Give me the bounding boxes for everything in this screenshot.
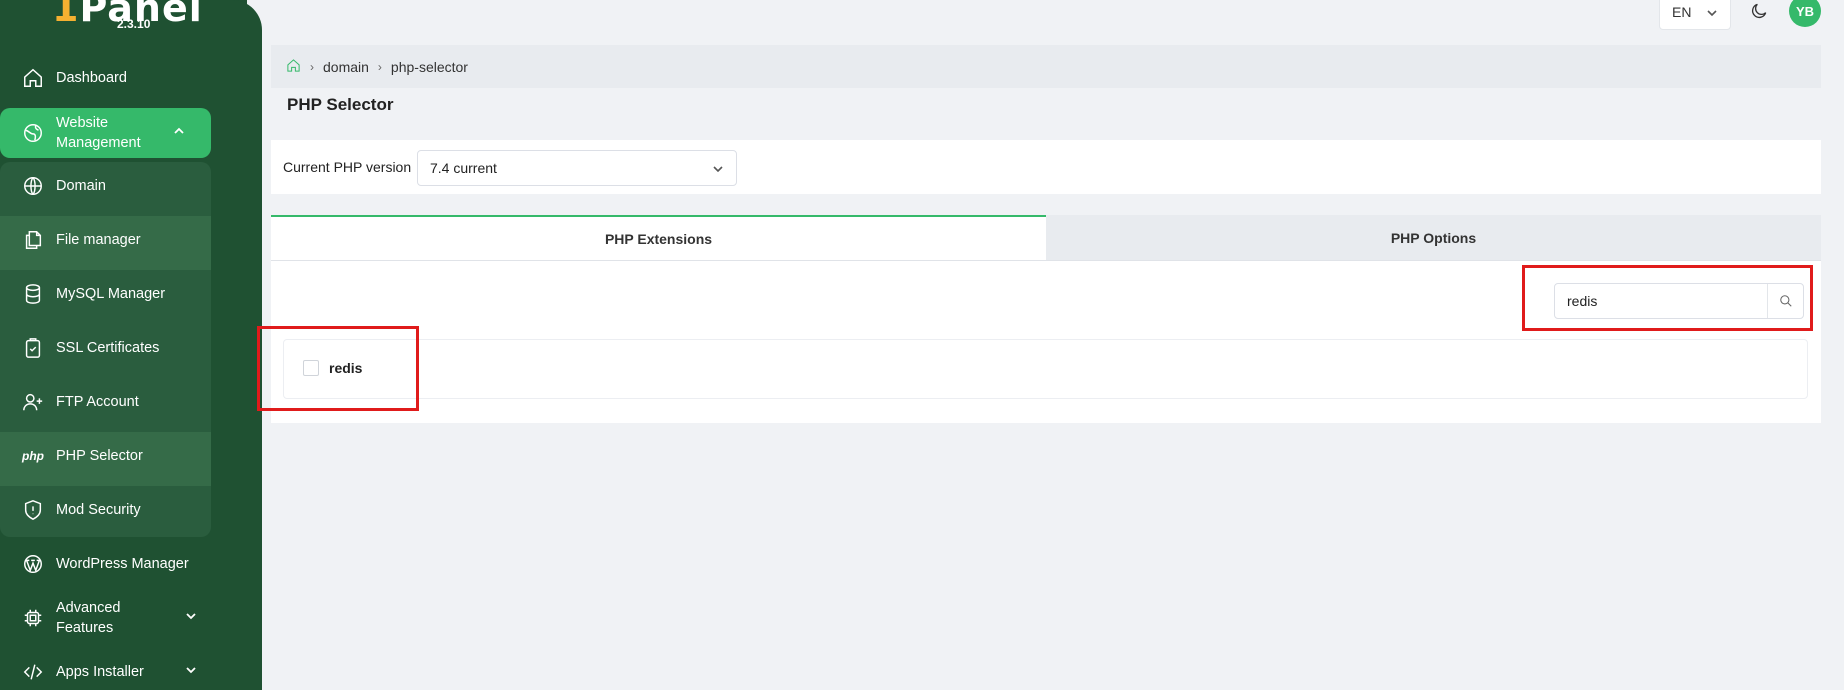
- sidebar-item-label: Mod Security: [56, 502, 141, 518]
- tab-php-options[interactable]: PHP Options: [1046, 215, 1821, 261]
- page-title: PHP Selector: [287, 95, 394, 114]
- annotation-box-search: [1522, 265, 1813, 331]
- php-version-select[interactable]: 7.4 current: [417, 150, 737, 186]
- sidebar-item-file-manager[interactable]: File manager: [0, 216, 211, 264]
- breadcrumb-item-php-selector: php-selector: [390, 58, 468, 75]
- globe-icon: [20, 120, 46, 146]
- sidebar-item-label: SSL Certificates: [56, 340, 160, 356]
- breadcrumb: › domain › php-selector: [271, 45, 1821, 88]
- sidebar-item-label: WordPress Manager: [56, 556, 189, 572]
- breadcrumb-item-domain[interactable]: domain: [323, 59, 369, 75]
- user-plus-icon: [20, 389, 46, 415]
- sidebar-item-domain[interactable]: Domain: [0, 162, 211, 210]
- tab-php-extensions[interactable]: PHP Extensions: [271, 215, 1046, 261]
- moon-icon: [1751, 3, 1767, 19]
- sidebar-item-label: Website Management: [56, 115, 141, 151]
- chevron-down-icon: [1707, 10, 1717, 17]
- sidebar-item-php-selector[interactable]: php PHP Selector: [0, 432, 211, 480]
- sidebar-item-wordpress-manager[interactable]: WordPress Manager: [0, 540, 211, 588]
- sidebar-item-label: Apps Installer: [56, 664, 144, 680]
- globe-icon: [20, 173, 46, 199]
- php-icon: php: [22, 449, 44, 463]
- sidebar-item-dashboard[interactable]: Dashboard: [0, 54, 211, 102]
- shield-icon: [20, 497, 46, 523]
- sidebar-item-label: Advanced Features: [56, 600, 121, 636]
- chevron-down-icon: [185, 610, 197, 626]
- current-php-label: Current PHP version: [283, 159, 412, 175]
- app-version: 2.3.10: [117, 17, 151, 31]
- code-icon: [20, 659, 46, 685]
- language-select[interactable]: EN: [1659, 0, 1731, 30]
- chevron-right-icon: ›: [310, 59, 314, 74]
- sidebar-item-website-management[interactable]: Website Management: [0, 109, 200, 157]
- php-version-value: 7.4 current: [430, 160, 497, 176]
- sidebar-item-label: FTP Account: [56, 394, 139, 410]
- file-icon: [20, 227, 46, 253]
- home-icon: [20, 65, 46, 91]
- chevron-up-icon: [173, 125, 185, 141]
- chevron-down-icon: [185, 664, 197, 680]
- language-value: EN: [1672, 4, 1692, 20]
- sidebar-item-ftp-account[interactable]: FTP Account: [0, 378, 211, 426]
- sidebar-item-label: PHP Selector: [56, 448, 143, 464]
- annotation-box-extension: [257, 326, 419, 411]
- chevron-down-icon: [713, 166, 723, 173]
- database-icon: [20, 281, 46, 307]
- dark-mode-toggle[interactable]: [1749, 1, 1771, 23]
- chevron-right-icon: ›: [377, 59, 382, 74]
- clipboard-check-icon: [20, 335, 46, 361]
- extension-list: redis: [283, 339, 1808, 399]
- wordpress-icon: [20, 551, 46, 577]
- avatar[interactable]: YB: [1789, 0, 1821, 27]
- sidebar-item-label: Domain: [56, 178, 106, 194]
- tabs: PHP Extensions PHP Options: [271, 215, 1821, 261]
- home-icon[interactable]: [286, 58, 301, 76]
- sidebar-item-label: Dashboard: [56, 70, 127, 86]
- sidebar-item-mysql-manager[interactable]: MySQL Manager: [0, 270, 211, 318]
- sidebar-item-mod-security[interactable]: Mod Security: [0, 486, 211, 534]
- php-version-bar: Current PHP version 7.4 current: [271, 140, 1821, 194]
- chip-icon: [20, 605, 46, 631]
- sidebar-item-apps-installer[interactable]: Apps Installer: [0, 648, 211, 690]
- sidebar-item-label: MySQL Manager: [56, 286, 166, 302]
- sidebar-item-ssl-certificates[interactable]: SSL Certificates: [0, 324, 211, 372]
- sidebar-item-advanced-features[interactable]: Advanced Features: [0, 594, 211, 642]
- sidebar-item-label: File manager: [56, 232, 141, 248]
